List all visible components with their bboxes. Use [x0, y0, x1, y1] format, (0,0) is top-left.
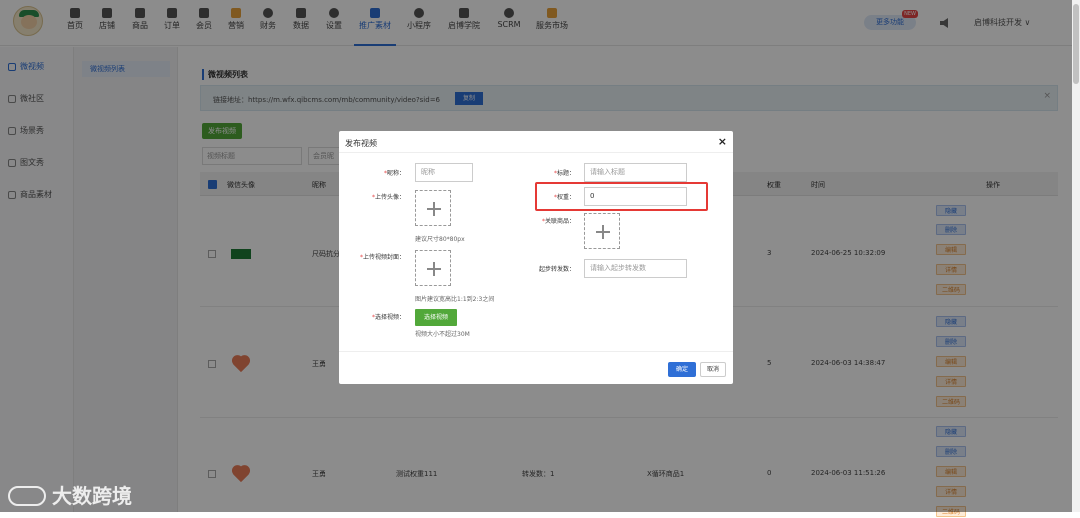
select-video-label: *选择视频：	[371, 314, 405, 321]
dialog-footer: 确定 取消	[339, 351, 733, 384]
watermark: 大数跨境	[8, 480, 132, 509]
start-shares-field[interactable]: 请输入起步转发数	[584, 259, 687, 278]
related-goods-label: *关联商品：	[541, 218, 575, 225]
page-scrollbar[interactable]	[1072, 0, 1080, 512]
weight-highlight-box	[535, 182, 708, 211]
cover-upload-label: *上传视频封面：	[359, 254, 405, 261]
avatar-upload-label: *上传头像：	[371, 194, 405, 201]
avatar-upload-box[interactable]	[415, 190, 451, 226]
title-field[interactable]: 请输入标题	[584, 163, 687, 182]
video-hint: 视频大小不超过30M	[415, 331, 470, 338]
cancel-button[interactable]: 取消	[700, 362, 726, 377]
nickname-label: *昵称：	[383, 170, 405, 177]
dialog-header: 发布视频 ×	[339, 131, 733, 153]
related-goods-upload-box[interactable]	[584, 213, 620, 249]
title-label: *标题：	[553, 170, 575, 177]
scrollbar-thumb[interactable]	[1073, 4, 1079, 84]
confirm-button[interactable]: 确定	[668, 362, 696, 377]
dialog-title: 发布视频	[345, 139, 377, 148]
cover-hint: 图片建议宽高比1:1到2:3之间	[415, 296, 495, 303]
select-video-button[interactable]: 选择视频	[415, 309, 457, 326]
start-shares-label: 起步转发数：	[538, 266, 575, 273]
publish-video-dialog: 发布视频 × *昵称： 昵称 *标题： 请输入标题 *上传头像： 建议尺寸80*…	[339, 131, 733, 384]
nickname-field[interactable]: 昵称	[415, 163, 473, 182]
close-icon[interactable]: ×	[718, 135, 727, 148]
cover-upload-box[interactable]	[415, 250, 451, 286]
watermark-logo-icon	[8, 486, 46, 506]
avatar-hint: 建议尺寸80*80px	[415, 236, 465, 243]
